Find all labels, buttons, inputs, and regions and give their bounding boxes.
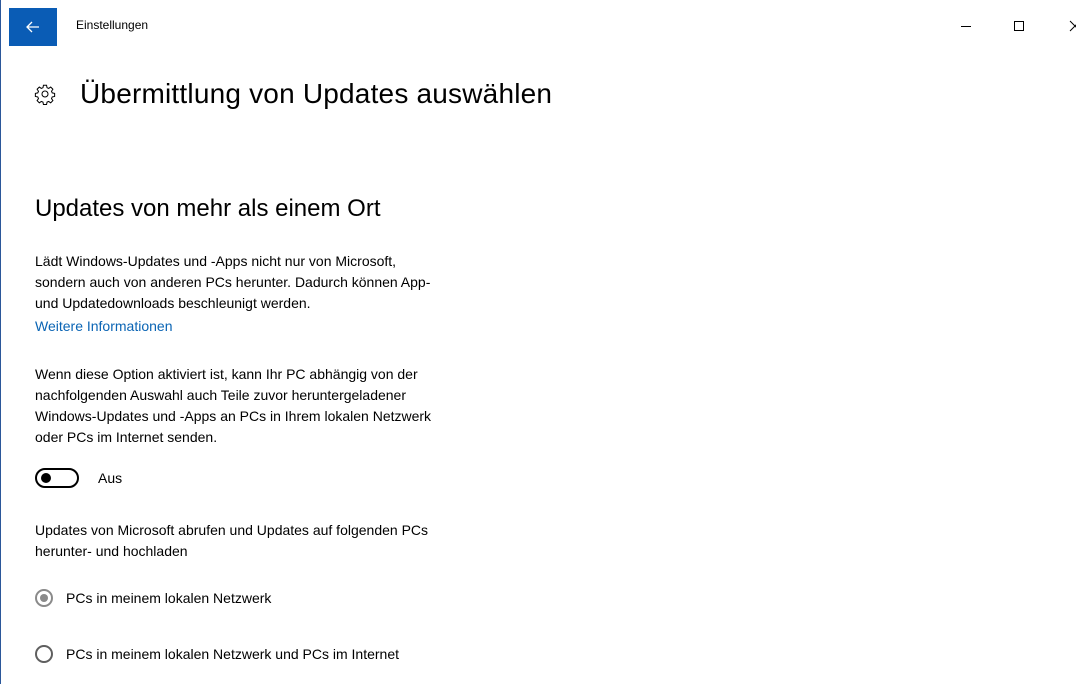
gear-icon [34, 84, 56, 105]
radio-button-selected[interactable] [35, 589, 53, 607]
minimize-button[interactable] [946, 13, 986, 39]
back-button[interactable] [9, 8, 57, 46]
description-line: Lädt Windows-Updates und -Apps nicht nur… [35, 253, 397, 269]
option-info-line: Wenn diese Option aktiviert ist, kann Ih… [35, 366, 418, 382]
radio-dot [40, 594, 48, 602]
radio-button-unselected[interactable] [35, 645, 53, 663]
section-title: Updates von mehr als einem Ort [35, 195, 381, 222]
radio-prompt-line: Updates von Microsoft abrufen und Update… [35, 522, 429, 538]
option-info-line: oder PCs im Internet senden. [35, 429, 218, 445]
window-frame-border [0, 0, 1, 684]
page-header: Übermittlung von Updates auswählen [34, 74, 552, 114]
maximize-button[interactable] [999, 13, 1039, 39]
option-info-text: Wenn diese Option aktiviert ist, kann Ih… [35, 364, 535, 448]
close-button[interactable] [1055, 13, 1076, 39]
radio-label: PCs in meinem lokalen Netzwerk und PCs i… [66, 646, 400, 662]
radio-prompt-line: herunter- und hochladen [35, 543, 188, 559]
back-arrow-icon [26, 21, 39, 33]
option-info-line: Windows-Updates und -Apps an PCs in Ihre… [35, 408, 432, 424]
radio-label: PCs in meinem lokalen Netzwerk [66, 590, 272, 606]
toggle-knob [41, 473, 51, 483]
close-icon [1069, 20, 1076, 32]
radio-option-local-and-internet[interactable]: PCs in meinem lokalen Netzwerk und PCs i… [35, 645, 399, 663]
maximize-icon [1014, 21, 1024, 31]
page-title: Übermittlung von Updates auswählen [80, 78, 553, 109]
section-description: Lädt Windows-Updates und -Apps nicht nur… [35, 251, 535, 314]
option-info-line: nachfolgenden Auswahl auch Teile zuvor h… [35, 387, 407, 403]
radio-option-local-network[interactable]: PCs in meinem lokalen Netzwerk [35, 589, 271, 607]
title-bar: Einstellungen [0, 0, 1076, 47]
window-title: Einstellungen [76, 18, 149, 32]
toggle-state-label: Aus [98, 470, 123, 486]
more-info-link[interactable]: Weitere Informationen [35, 318, 172, 334]
description-line: und Updatedownloads beschleunigt werden. [35, 295, 311, 311]
description-line: sondern auch von anderen PCs herunter. D… [35, 274, 431, 290]
minimize-icon [961, 26, 971, 27]
radio-group-prompt: Updates von Microsoft abrufen und Update… [35, 520, 535, 562]
delivery-optimization-toggle[interactable] [35, 468, 79, 488]
delivery-optimization-toggle-row: Aus [35, 468, 122, 488]
